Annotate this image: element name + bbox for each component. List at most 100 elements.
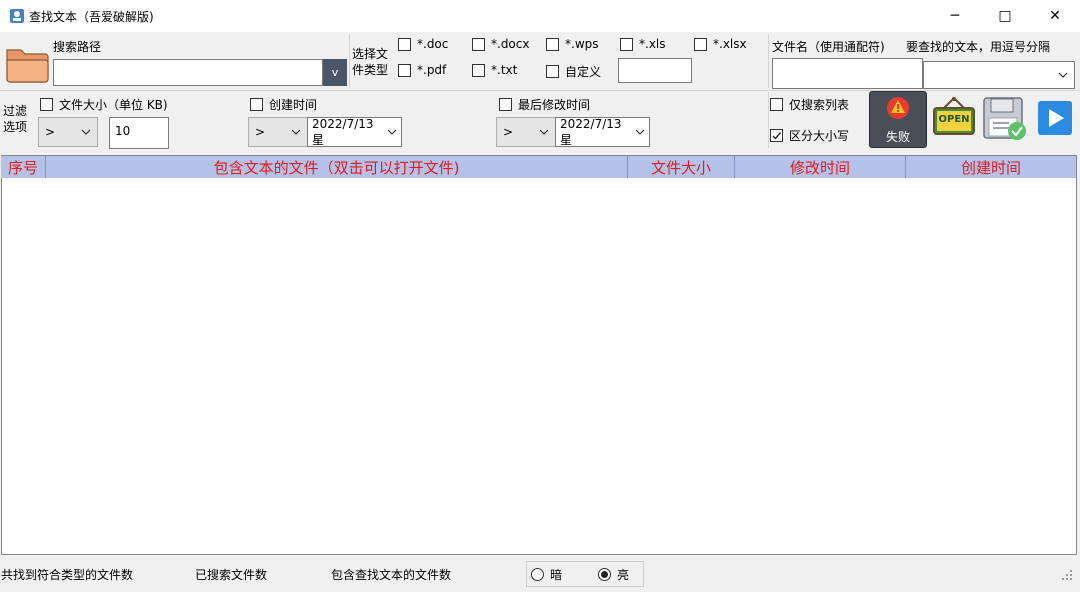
checkbox-file-size[interactable]: 文件大小（单位 KB) (40, 96, 168, 113)
chevron-down-icon (539, 129, 549, 135)
search-path-dropdown-button[interactable]: v (323, 59, 347, 86)
search-path-input[interactable] (53, 59, 323, 86)
checkbox-wps-label: *.wps (565, 37, 599, 51)
checkbox-box[interactable] (499, 98, 512, 111)
checkbox-pdf-label: *.pdf (417, 63, 447, 77)
checkbox-docx[interactable]: *.docx (472, 37, 529, 51)
checkbox-doc[interactable]: *.doc (398, 37, 448, 51)
minimize-button[interactable]: ─ (930, 0, 980, 32)
chevron-down-icon (387, 129, 397, 135)
theme-light-radio[interactable] (598, 567, 612, 581)
chevron-down-icon (291, 129, 301, 135)
search-path-label: 搜索路径 (53, 40, 102, 54)
table-header: 序号 包含文本的文件（双击可以打开文件) 文件大小 修改时间 创建时间 (1, 156, 1076, 178)
modified-operator-select[interactable]: > (496, 117, 556, 147)
play-icon (1049, 109, 1064, 127)
title-bar: 查找文本（吾爱破解版) ─ □ ✕ (0, 0, 1080, 32)
checkbox-docx-label: *.docx (491, 37, 530, 51)
size-value-input[interactable]: 10 (109, 117, 169, 149)
searched-count-label: 已搜索文件数 (195, 568, 268, 582)
column-header-index[interactable]: 序号 (1, 156, 46, 178)
divider (768, 92, 769, 148)
filename-input[interactable] (772, 58, 923, 89)
theme-light-label: 亮 (617, 567, 630, 582)
divider (349, 34, 350, 88)
custom-type-input[interactable] (618, 58, 692, 83)
checkbox-box[interactable] (398, 37, 411, 51)
close-button[interactable]: ✕ (1030, 0, 1080, 32)
column-header-size[interactable]: 文件大小 (628, 156, 735, 178)
theme-radio-group: 暗 亮 (526, 561, 644, 587)
checkbox-box[interactable] (40, 98, 53, 111)
modified-date-value: 2022/7/13 星 (560, 116, 622, 147)
checkbox-txt-label: *.txt (491, 63, 518, 77)
checkbox-case-sensitive[interactable]: 区分大小写 (770, 127, 849, 144)
divider (768, 34, 769, 88)
checkbox-box[interactable] (250, 98, 263, 111)
checkbox-modified-time[interactable]: 最后修改时间 (499, 96, 590, 113)
window-title: 查找文本（吾爱破解版) (29, 10, 154, 24)
search-status-label: 失败 (885, 130, 910, 144)
resize-grip-icon[interactable] (1060, 568, 1074, 582)
column-header-created[interactable]: 创建时间 (906, 156, 1076, 178)
search-text-input[interactable] (923, 61, 1075, 89)
checkbox-xlsx[interactable]: *.xlsx (694, 37, 747, 51)
checkbox-doc-label: *.doc (417, 37, 449, 51)
checkbox-xlsx-label: *.xlsx (713, 37, 747, 51)
open-sign-label: OPEN (938, 114, 970, 125)
checkbox-box[interactable] (770, 98, 783, 111)
created-date-value: 2022/7/13 星 (312, 116, 374, 147)
checkbox-box[interactable] (620, 37, 633, 51)
checkbox-xls-label: *.xls (639, 37, 666, 51)
created-date-picker[interactable]: 2022/7/13 星 (307, 117, 402, 147)
app-icon (9, 8, 25, 24)
modified-operator-value: > (503, 125, 514, 139)
case-sensitive-label: 区分大小写 (789, 129, 850, 143)
created-time-label: 创建时间 (269, 98, 318, 112)
checkbox-box[interactable] (472, 37, 485, 51)
start-search-button[interactable] (1038, 101, 1072, 135)
checkbox-box[interactable] (546, 37, 559, 51)
filter-options-label: 过滤 选项 (3, 103, 27, 135)
status-bar: 共找到符合类型的文件数 已搜索文件数 包含查找文本的文件数 暗 亮 (0, 558, 1080, 592)
checkbox-box[interactable] (546, 65, 559, 78)
warning-icon (887, 97, 909, 119)
checkbox-box[interactable] (398, 63, 411, 77)
filter-label-line1: 过滤 (3, 104, 28, 118)
checkmark-icon (772, 132, 782, 140)
open-sign-button[interactable]: OPEN (932, 96, 976, 138)
search-list-only-label: 仅搜索列表 (789, 98, 850, 112)
search-status-button[interactable]: 失败 (869, 91, 927, 148)
results-table[interactable] (1, 155, 1077, 555)
maximize-button[interactable]: □ (980, 0, 1030, 32)
checkbox-created-time[interactable]: 创建时间 (250, 96, 317, 113)
checkbox-search-list-only[interactable]: 仅搜索列表 (770, 96, 849, 113)
checkbox-box[interactable] (694, 37, 707, 51)
file-type-label-line2: 件类型 (352, 63, 389, 77)
created-operator-select[interactable]: > (248, 117, 308, 147)
size-operator-select[interactable]: > (38, 117, 98, 147)
column-header-file[interactable]: 包含文本的文件（双击可以打开文件) (46, 156, 628, 178)
checkbox-box[interactable] (472, 63, 485, 77)
file-type-label: 选择文 件类型 (352, 46, 388, 78)
checkbox-xls[interactable]: *.xls (620, 37, 666, 51)
theme-dark-radio[interactable] (531, 567, 544, 581)
checkbox-txt[interactable]: *.txt (472, 63, 517, 77)
checkbox-box-checked[interactable] (770, 129, 783, 142)
checkbox-custom[interactable]: 自定义 (546, 63, 601, 80)
chevron-down-icon (1058, 72, 1068, 78)
folder-icon[interactable] (4, 40, 50, 84)
modified-date-picker[interactable]: 2022/7/13 星 (555, 117, 650, 147)
search-text-label: 要查找的文本，用逗号分隔 (906, 40, 1051, 54)
checkbox-pdf[interactable]: *.pdf (398, 63, 446, 77)
checkbox-custom-label: 自定义 (565, 65, 602, 79)
filter-label-line2: 选项 (3, 120, 28, 134)
save-button[interactable] (982, 96, 1028, 142)
file-size-label: 文件大小（单位 KB) (59, 98, 168, 112)
chevron-down-icon (635, 129, 645, 135)
checkbox-wps[interactable]: *.wps (546, 37, 599, 51)
modified-time-label: 最后修改时间 (518, 98, 591, 112)
filename-label: 文件名（使用通配符) (772, 40, 885, 54)
column-header-modified[interactable]: 修改时间 (735, 156, 906, 178)
save-disk-icon (983, 97, 1026, 140)
